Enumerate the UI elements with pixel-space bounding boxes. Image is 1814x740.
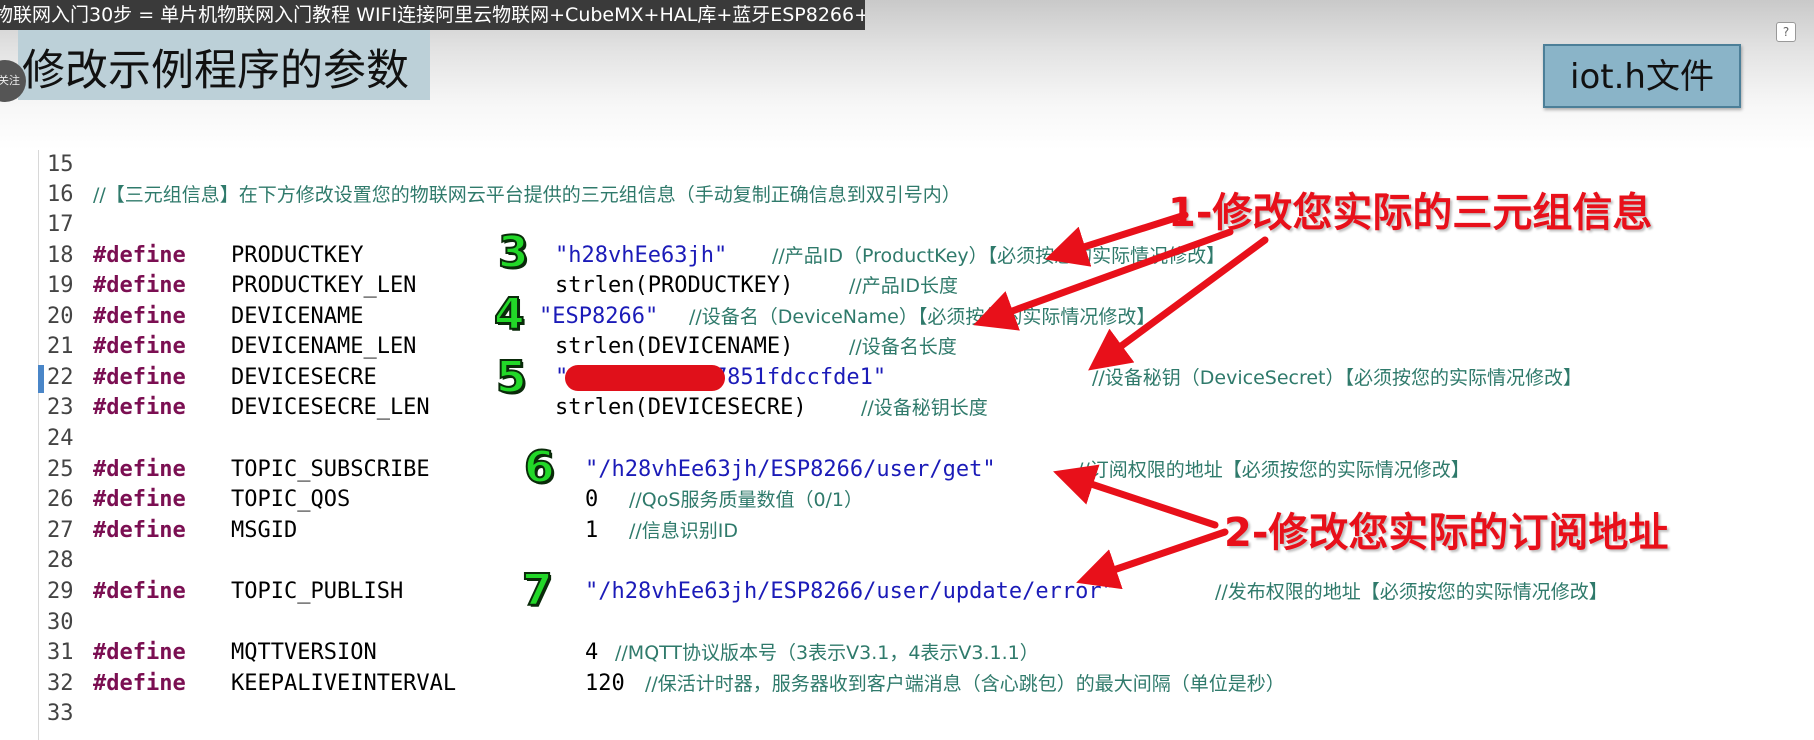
annotation-arrows — [973, 211, 1269, 590]
arrow-to-devicename — [973, 228, 1234, 331]
arrow-to-subscribe-topic — [1053, 464, 1219, 529]
arrow-to-devicesecret — [1088, 236, 1269, 371]
arrow-to-publish-topic — [1076, 528, 1229, 590]
arrow-to-productkey — [1044, 211, 1189, 267]
